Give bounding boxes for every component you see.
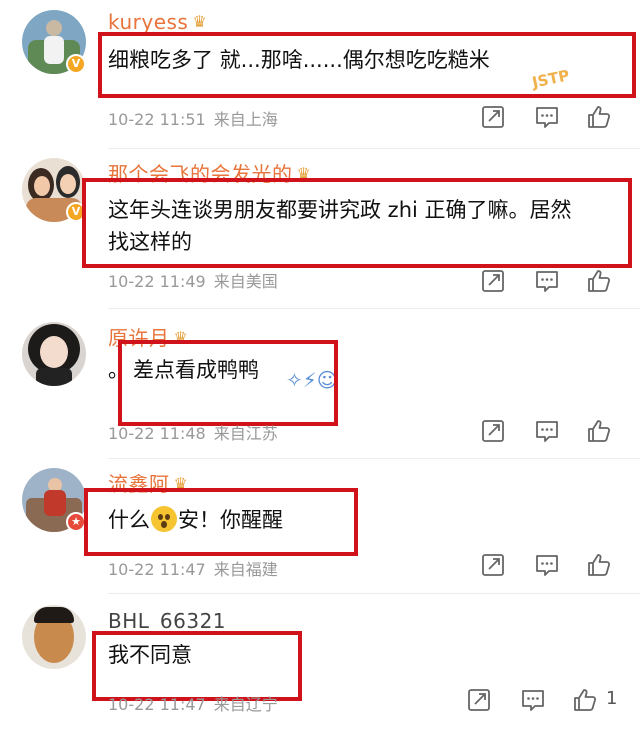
divider	[108, 593, 640, 594]
location: 来自福建	[213, 560, 278, 579]
comment-meta: 10-22 11:47 来自福建	[108, 556, 278, 580]
divider	[108, 308, 640, 309]
share-icon[interactable]	[466, 687, 492, 713]
highlight-box	[98, 32, 636, 98]
share-icon[interactable]	[480, 418, 506, 444]
comment-icon[interactable]	[520, 687, 546, 713]
timestamp: 10-22 11:49	[108, 272, 206, 291]
comment-item: V 那个会飞的会发光的 ♛ 这年头连谈男朋友都要讲究政 zhi 正确了嘛。居然 找…	[0, 150, 640, 310]
timestamp: 10-22 11:47	[108, 695, 206, 714]
comment-icon[interactable]	[534, 104, 560, 130]
username[interactable]: kuryess ♛	[108, 10, 207, 34]
comment-meta: 10-22 11:49 来自美国	[108, 268, 278, 292]
crown-icon: ♛	[192, 12, 208, 31]
timestamp: 10-22 11:48	[108, 424, 206, 443]
highlight-box	[84, 488, 358, 556]
location: 来自美国	[213, 272, 278, 291]
timestamp: 10-22 11:51	[108, 110, 206, 129]
username[interactable]: BHL_66321	[108, 609, 226, 633]
action-bar	[480, 268, 640, 294]
highlight-box	[118, 340, 338, 426]
action-bar: 1	[466, 687, 640, 713]
share-icon[interactable]	[480, 552, 506, 578]
verified-badge-icon: V	[66, 54, 86, 74]
avatar[interactable]	[22, 605, 86, 669]
comment-meta: 10-22 11:47 来自辽宁	[108, 691, 278, 715]
share-icon[interactable]	[480, 268, 506, 294]
like-icon[interactable]	[572, 687, 598, 713]
divider	[108, 148, 640, 149]
timestamp: 10-22 11:47	[108, 560, 206, 579]
like-count: 1	[606, 688, 618, 709]
action-bar	[480, 104, 640, 130]
comment-meta: 10-22 11:51 来自上海	[108, 106, 278, 130]
like-icon[interactable]	[586, 104, 612, 130]
location: 来自江苏	[213, 424, 278, 443]
comment-item: 原许月 ♛ 。差点看成鸭鸭 ✧⚡☺ 10-22 11:48 来自江苏	[0, 310, 640, 460]
comment-icon[interactable]	[534, 418, 560, 444]
avatar[interactable]	[22, 322, 86, 386]
location: 来自辽宁	[213, 695, 278, 714]
like-icon[interactable]	[586, 418, 612, 444]
comment-icon[interactable]	[534, 268, 560, 294]
highlight-box	[82, 178, 632, 268]
action-bar	[480, 418, 640, 444]
comment-item: BHL_66321 我不同意 10-22 11:47 来自辽宁 1	[0, 595, 640, 747]
like-icon[interactable]	[586, 268, 612, 294]
comment-item: V kuryess ♛ 细粮吃多了 就...那啥......偶尔想吃吃糙米 JST…	[0, 0, 640, 150]
verified-badge-icon: ★	[66, 512, 86, 532]
divider	[108, 458, 640, 459]
comment-icon[interactable]	[534, 552, 560, 578]
like-icon[interactable]	[586, 552, 612, 578]
comment-meta: 10-22 11:48 来自江苏	[108, 420, 278, 444]
action-bar	[480, 552, 640, 578]
location: 来自上海	[213, 110, 278, 129]
share-icon[interactable]	[480, 104, 506, 130]
comment-item: ★ 流鑫阿 ♛ 什么 安！你醒醒 10-22 11:47 来自福建	[0, 460, 640, 595]
